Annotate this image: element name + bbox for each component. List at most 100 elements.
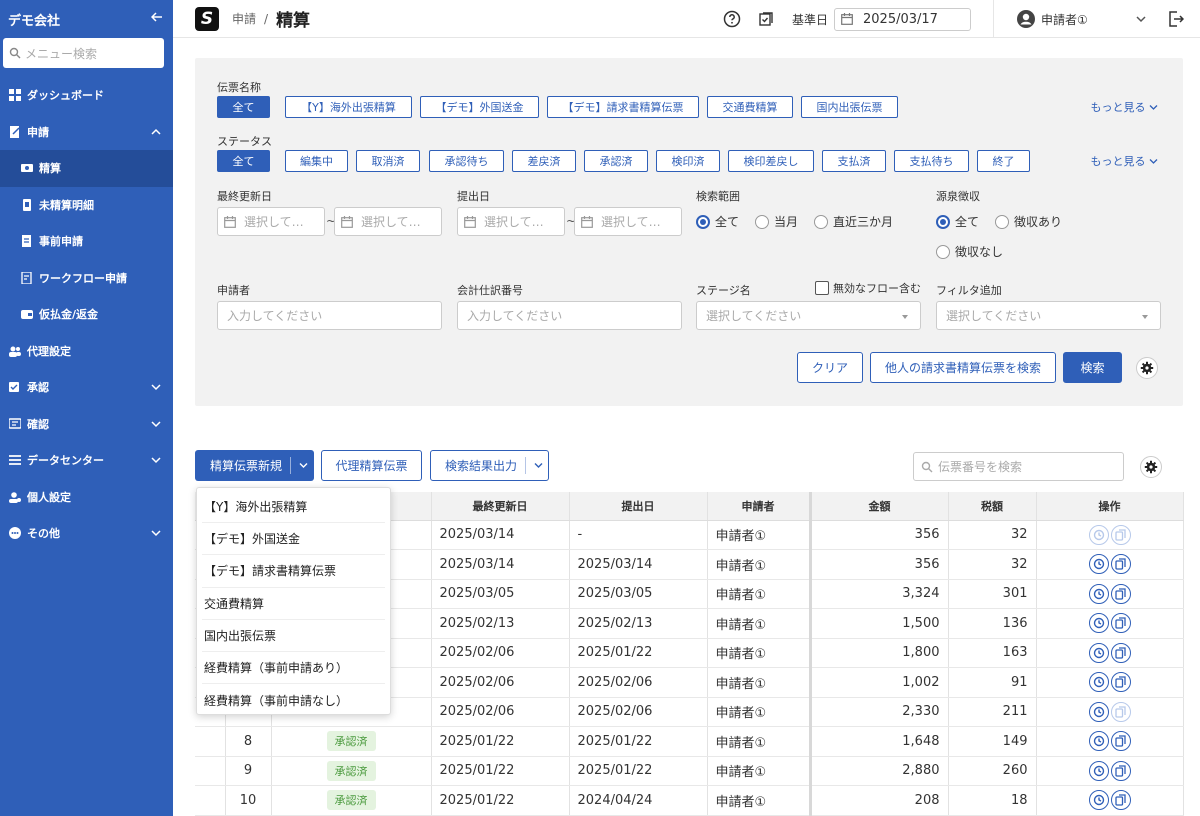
filter-settings-gear-icon[interactable] [1136,357,1158,379]
submitted-from[interactable]: 選択して… [457,207,565,236]
logout-icon[interactable] [1166,9,1186,29]
history-icon[interactable] [1088,790,1109,811]
status-more-link[interactable]: もっと見る [1091,153,1159,169]
status-chip[interactable]: 支払待ち [894,150,969,172]
invalid-flow-checkbox[interactable]: 無効なフロー含む [815,280,921,296]
table-row[interactable]: 10 承認済 2025/01/22 2024/04/24 申請者① 208 18 [195,785,1184,816]
search-range-month[interactable]: 当月 [755,213,798,230]
copy-icon[interactable] [1110,701,1131,722]
voucher-chip[interactable]: 【Y】海外出張精算 [285,96,412,118]
app-logo[interactable]: S [195,6,219,31]
sidebar-item-dashboard[interactable]: ダッシュボード [0,77,173,114]
user-menu[interactable]: 申請者① [1016,9,1166,29]
voucher-number-search[interactable]: 伝票番号を検索 [913,452,1124,481]
history-icon[interactable] [1088,701,1109,722]
clear-button[interactable]: クリア [797,352,863,383]
help-icon[interactable] [722,9,742,29]
status-chip-all[interactable]: 全て [217,150,270,172]
status-chip[interactable]: 取消済 [356,150,420,172]
last-updated-from[interactable]: 選択して… [217,207,325,236]
history-icon[interactable] [1088,672,1109,693]
status-chip[interactable]: 承認待ち [429,150,504,172]
voucher-chip-all[interactable]: 全て [217,96,270,118]
collapse-sidebar-icon[interactable] [150,11,163,27]
status-chip[interactable]: 編集中 [285,150,348,172]
menu-item[interactable]: 経費精算（事前申請あり） [202,652,385,685]
withholding-no[interactable]: 徴収なし [936,243,1003,260]
sidebar-item-pre-application[interactable]: 事前申請 [0,223,173,260]
applicant-input[interactable]: 入力してください [217,301,442,330]
menu-item[interactable]: 交通費精算 [202,588,385,620]
history-icon[interactable] [1088,554,1109,575]
sidebar-item-proxy[interactable]: 代理設定 [0,333,173,370]
status-chip[interactable]: 承認済 [584,150,648,172]
journal-number-input[interactable]: 入力してください [457,301,682,330]
sidebar-item-unsettled[interactable]: 未精算明細 [0,187,173,224]
new-voucher-button[interactable]: 精算伝票新規 [195,450,314,481]
submitted-to[interactable]: 選択して… [574,207,682,236]
breadcrumb-parent[interactable]: 申請 [232,10,256,27]
sidebar-item-other[interactable]: その他 [0,515,173,552]
sidebar-item-data-center[interactable]: データセンター [0,442,173,479]
withholding-yes[interactable]: 徴収あり [995,213,1062,230]
copy-icon[interactable] [1110,731,1131,752]
copy-icon[interactable] [1110,642,1131,663]
menu-item[interactable]: 国内出張伝票 [202,620,385,652]
sidebar-item-approval[interactable]: 承認 [0,369,173,406]
updated-column-header[interactable]: 最終更新日 [431,492,570,521]
copy-icon[interactable] [1110,672,1131,693]
menu-item[interactable]: 【デモ】請求書精算伝票 [202,555,385,588]
table-settings-gear-icon[interactable] [1140,456,1162,478]
last-updated-to[interactable]: 選択して… [334,207,442,236]
history-icon[interactable] [1088,613,1109,634]
stage-name-select[interactable]: 選択してください [696,301,921,330]
copy-icon[interactable] [1110,613,1131,634]
table-row[interactable]: 8 承認済 2025/01/22 2025/01/22 申請者① 1,648 149 [195,726,1184,757]
copy-icon[interactable] [1110,583,1131,604]
copy-icon[interactable] [1110,790,1131,811]
checklist-icon[interactable] [756,9,776,29]
history-icon[interactable] [1088,642,1109,663]
voucher-chip[interactable]: 【デモ】外国送金 [420,96,539,118]
history-icon[interactable] [1088,524,1109,545]
status-chip[interactable]: 支払済 [822,150,886,172]
applicant-column-header[interactable]: 申請者 [707,492,812,521]
status-chip[interactable]: 終了 [977,150,1030,172]
base-date-picker[interactable]: 2025/03/17 [834,7,971,31]
copy-icon[interactable] [1110,554,1131,575]
tax-column-header[interactable]: 税額 [948,492,1037,521]
withholding-all[interactable]: 全て [936,213,979,230]
copy-icon[interactable] [1110,760,1131,781]
search-range-all[interactable]: 全て [696,213,739,230]
submitted-column-header[interactable]: 提出日 [569,492,708,521]
copy-icon[interactable] [1110,524,1131,545]
voucher-chip[interactable]: 国内出張伝票 [801,96,898,118]
row-select-cell[interactable] [195,785,226,816]
table-row[interactable]: 9 承認済 2025/01/22 2025/01/22 申請者① 2,880 260 [195,756,1184,786]
add-filter-select[interactable]: 選択してください [936,301,1161,330]
menu-item[interactable]: 経費精算（事前申請なし） [202,684,385,716]
status-chip[interactable]: 検印済 [656,150,720,172]
proxy-voucher-button[interactable]: 代理精算伝票 [321,450,422,481]
search-range-3months[interactable]: 直近三か月 [814,213,893,230]
voucher-chip[interactable]: 交通費精算 [707,96,793,118]
menu-search-input[interactable]: メニュー検索 [3,38,164,68]
search-others-button[interactable]: 他人の請求書精算伝票を検索 [870,352,1056,383]
history-icon[interactable] [1088,731,1109,752]
menu-item[interactable]: 【デモ】外国送金 [202,523,385,556]
status-chip[interactable]: 差戻済 [512,150,576,172]
voucher-more-link[interactable]: もっと見る [1091,99,1159,115]
history-icon[interactable] [1088,583,1109,604]
amount-column-header[interactable]: 金額 [810,492,949,521]
history-icon[interactable] [1088,760,1109,781]
search-button[interactable]: 検索 [1063,352,1122,383]
menu-item[interactable]: 【Y】海外出張精算 [202,491,385,524]
row-select-cell[interactable] [195,756,226,786]
sidebar-item-workflow[interactable]: ワークフロー申請 [0,260,173,297]
row-select-cell[interactable] [195,726,226,757]
sidebar-item-personal-settings[interactable]: 個人設定 [0,479,173,516]
export-results-button[interactable]: 検索結果出力 [430,450,549,481]
status-chip[interactable]: 検印差戻し [728,150,814,172]
sidebar-item-settlement[interactable]: 精算 [0,150,173,187]
sidebar-item-application[interactable]: 申請 [0,114,173,151]
